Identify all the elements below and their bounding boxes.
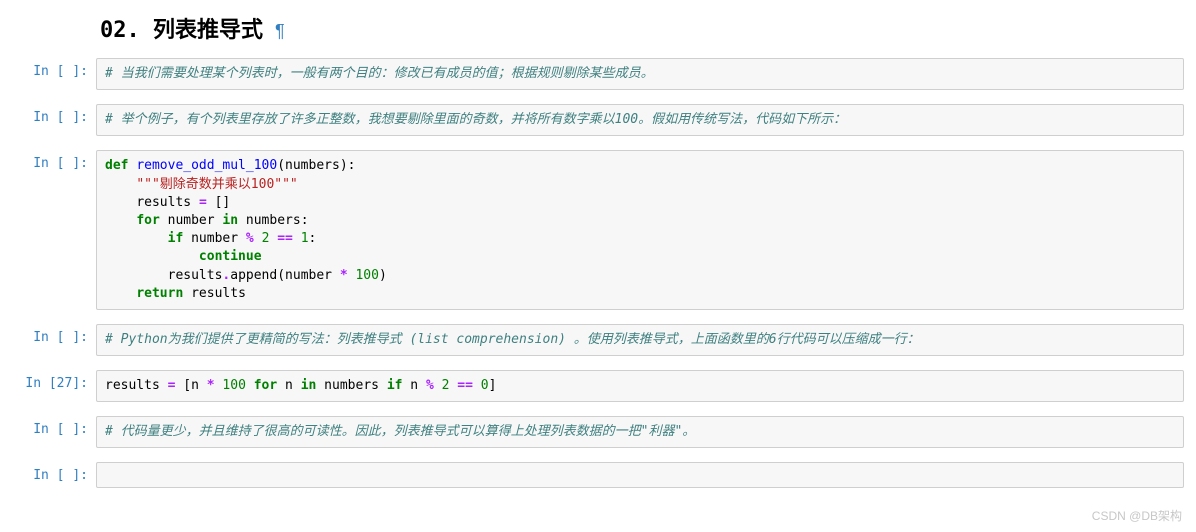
code-cell: In [27]: results = [n * 100 for n in num… (12, 370, 1184, 402)
code-cell: In [ ]: (12, 462, 1184, 488)
heading-row: 02. 列表推导式 ¶ (100, 12, 1184, 44)
func-name: remove_odd_mul_100 (136, 158, 277, 173)
kw-def: def (105, 158, 128, 173)
cell-prompt: In [ ]: (12, 104, 96, 125)
docstring: """剔除奇数并乘以100""" (136, 177, 297, 192)
code-input[interactable]: def remove_odd_mul_100(numbers): """剔除奇数… (96, 150, 1184, 310)
cell-prompt: In [ ]: (12, 416, 96, 437)
cell-prompt: In [27]: (12, 370, 96, 391)
code-cell: In [ ]: # Python为我们提供了更精简的写法：列表推导式 (list… (12, 324, 1184, 356)
code-input[interactable]: results = [n * 100 for n in numbers if n… (96, 370, 1184, 402)
cell-prompt: In [ ]: (12, 324, 96, 345)
cell-prompt: In [ ]: (12, 462, 96, 483)
code-cell: In [ ]: def remove_odd_mul_100(numbers):… (12, 150, 1184, 310)
code-cell: In [ ]: # 举个例子，有个列表里存放了许多正整数，我想要剔除里面的奇数，… (12, 104, 1184, 136)
code-input[interactable]: # Python为我们提供了更精简的写法：列表推导式 (list compreh… (96, 324, 1184, 356)
watermark: CSDN @DB架构 (1092, 507, 1182, 524)
code-input[interactable]: # 代码量更少，并且维持了很高的可读性。因此，列表推导式可以算得上处理列表数据的… (96, 416, 1184, 448)
comment: # 代码量更少，并且维持了很高的可读性。因此，列表推导式可以算得上处理列表数据的… (105, 424, 695, 439)
comment: # Python为我们提供了更精简的写法：列表推导式 (list compreh… (105, 332, 920, 347)
comment: # 当我们需要处理某个列表时，一般有两个目的：修改已有成员的值；根据规则剔除某些… (105, 66, 654, 81)
comment: # 举个例子，有个列表里存放了许多正整数，我想要剔除里面的奇数，并将所有数字乘以… (105, 112, 846, 127)
params: (numbers): (277, 158, 355, 173)
section-title: 02. 列表推导式 (100, 12, 263, 44)
cell-prompt: In [ ]: (12, 150, 96, 171)
code-input[interactable] (96, 462, 1184, 488)
code-input[interactable]: # 当我们需要处理某个列表时，一般有两个目的：修改已有成员的值；根据规则剔除某些… (96, 58, 1184, 90)
cell-prompt: In [ ]: (12, 58, 96, 79)
notebook-container: 02. 列表推导式 ¶ In [ ]: # 当我们需要处理某个列表时，一般有两个… (0, 0, 1196, 514)
anchor-link-icon[interactable]: ¶ (275, 21, 285, 42)
code-cell: In [ ]: # 代码量更少，并且维持了很高的可读性。因此，列表推导式可以算得… (12, 416, 1184, 448)
code-input[interactable]: # 举个例子，有个列表里存放了许多正整数，我想要剔除里面的奇数，并将所有数字乘以… (96, 104, 1184, 136)
code-cell: In [ ]: # 当我们需要处理某个列表时，一般有两个目的：修改已有成员的值；… (12, 58, 1184, 90)
